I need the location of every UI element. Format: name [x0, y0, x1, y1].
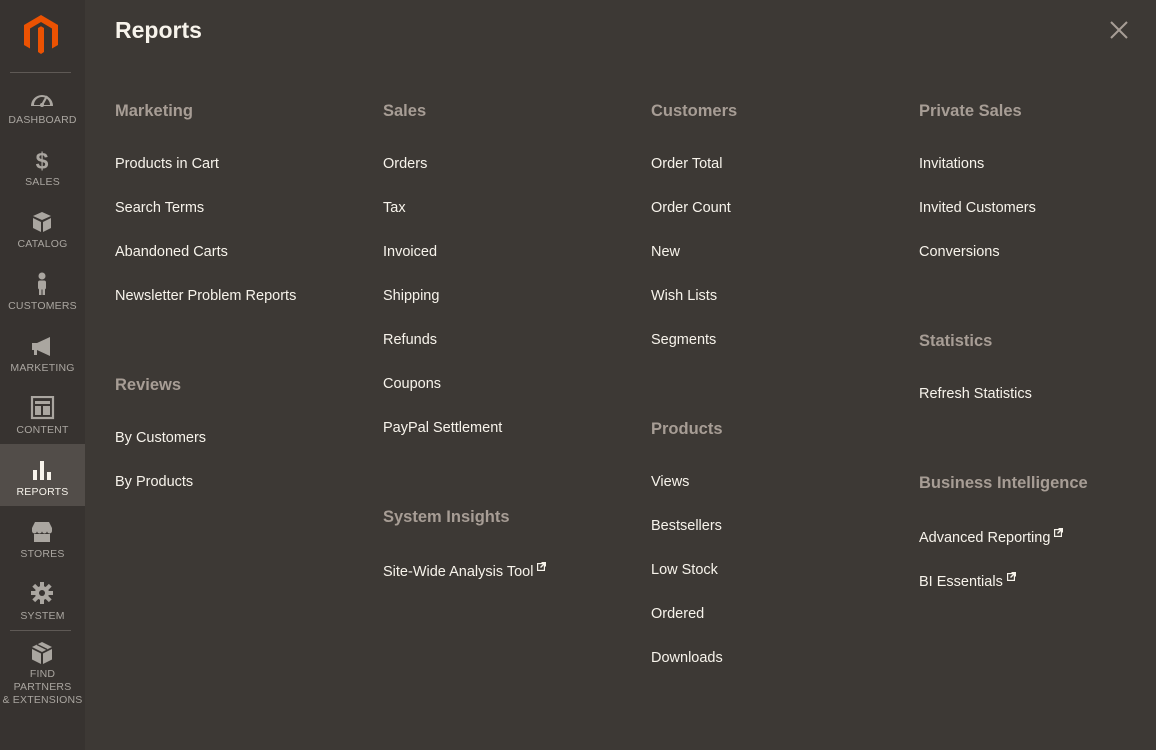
menu-link-bestsellers[interactable]: Bestsellers	[651, 518, 722, 534]
menu-link-site-wide-analysis-tool[interactable]: Site-Wide Analysis Tool	[383, 562, 547, 580]
sidebar-item-sales[interactable]: $ SALES	[0, 134, 85, 196]
menu-link-new[interactable]: New	[651, 244, 680, 260]
menu-link-shipping[interactable]: Shipping	[383, 288, 439, 304]
sidebar-item-reports[interactable]: REPORTS	[0, 444, 85, 506]
sidebar-item-stores[interactable]: STORES	[0, 506, 85, 568]
menu-link-label: Site-Wide Analysis Tool	[383, 564, 534, 580]
storefront-icon	[29, 520, 55, 544]
menu-link-refresh-statistics[interactable]: Refresh Statistics	[919, 386, 1032, 402]
menu-link-search-terms[interactable]: Search Terms	[115, 200, 204, 216]
menu-link-products-in-cart[interactable]: Products in Cart	[115, 156, 219, 172]
box-icon	[29, 210, 55, 234]
gear-icon	[29, 582, 55, 606]
sidebar-label-dashboard: DASHBOARD	[8, 114, 77, 126]
menu-link-order-count[interactable]: Order Count	[651, 200, 731, 216]
group-title-sales: Sales	[383, 102, 427, 120]
group-title-private-sales: Private Sales	[919, 102, 1022, 120]
group-title-business-intelligence: Business Intelligence	[919, 474, 1088, 492]
menu-link-abandoned-carts[interactable]: Abandoned Carts	[115, 244, 228, 260]
menu-link-ordered[interactable]: Ordered	[651, 606, 704, 622]
menu-link-coupons[interactable]: Coupons	[383, 376, 441, 392]
group-title-marketing: Marketing	[115, 102, 193, 120]
sidebar-label-customers: CUSTOMERS	[8, 300, 77, 312]
bar-chart-icon	[29, 458, 55, 482]
menu-link-by-products[interactable]: By Products	[115, 474, 193, 490]
menu-link-invited-customers[interactable]: Invited Customers	[919, 200, 1036, 216]
menu-link-advanced-reporting[interactable]: Advanced Reporting	[919, 528, 1064, 546]
menu-link-orders[interactable]: Orders	[383, 156, 427, 172]
panel-title: Reports	[115, 17, 202, 43]
svg-text:$: $	[36, 148, 49, 172]
menu-link-views[interactable]: Views	[651, 474, 689, 490]
menu-link-order-total[interactable]: Order Total	[651, 156, 722, 172]
external-link-icon	[537, 562, 547, 571]
menu-link-label: BI Essentials	[919, 574, 1003, 590]
external-link-icon	[1054, 528, 1064, 537]
partners-label-line1: FIND PARTNERS	[13, 668, 72, 693]
menu-link-by-customers[interactable]: By Customers	[115, 430, 206, 446]
admin-sidebar: DASHBOARD $ SALES CATALOG CUSTOMERS MARK…	[0, 0, 85, 750]
sidebar-divider	[10, 630, 71, 631]
external-link-icon	[1006, 572, 1016, 581]
sidebar-label-reports: REPORTS	[16, 486, 69, 498]
dashboard-icon	[29, 86, 55, 110]
sidebar-label-catalog: CATALOG	[17, 238, 68, 250]
menu-link-bi-essentials[interactable]: BI Essentials	[919, 572, 1016, 590]
person-icon	[29, 272, 55, 296]
menu-link-tax[interactable]: Tax	[383, 200, 406, 216]
sidebar-item-content[interactable]: CONTENT	[0, 382, 85, 444]
sidebar-item-customers[interactable]: CUSTOMERS	[0, 258, 85, 320]
magento-logo-icon[interactable]	[22, 14, 60, 56]
menu-link-low-stock[interactable]: Low Stock	[651, 562, 718, 578]
close-icon[interactable]	[1109, 20, 1129, 40]
menu-link-label: Advanced Reporting	[919, 530, 1051, 546]
sidebar-item-system[interactable]: SYSTEM	[0, 568, 85, 630]
group-title-statistics: Statistics	[919, 332, 993, 350]
menu-link-invitations[interactable]: Invitations	[919, 156, 984, 172]
sidebar-item-find-partners[interactable]: FIND PARTNERS & EXTENSIONS	[0, 632, 85, 706]
sidebar-label-find-partners: FIND PARTNERS & EXTENSIONS	[0, 668, 85, 707]
sidebar-label-system: SYSTEM	[20, 610, 65, 622]
menu-link-segments[interactable]: Segments	[651, 332, 716, 348]
group-title-products: Products	[651, 420, 723, 438]
cube-icon	[29, 641, 55, 665]
menu-link-paypal-settlement[interactable]: PayPal Settlement	[383, 420, 502, 436]
group-title-customers: Customers	[651, 102, 738, 120]
group-title-reviews: Reviews	[115, 376, 182, 394]
menu-link-conversions[interactable]: Conversions	[919, 244, 1000, 260]
sidebar-item-marketing[interactable]: MARKETING	[0, 320, 85, 382]
reports-menu-panel: Reports Marketing Products in Cart Searc…	[85, 0, 1156, 750]
partners-label-line2: & EXTENSIONS	[2, 694, 83, 706]
sidebar-label-marketing: MARKETING	[10, 362, 75, 374]
menu-link-newsletter-problem-reports[interactable]: Newsletter Problem Reports	[115, 288, 296, 304]
sidebar-label-sales: SALES	[25, 176, 60, 188]
sidebar-item-dashboard[interactable]: DASHBOARD	[0, 72, 85, 134]
sidebar-item-catalog[interactable]: CATALOG	[0, 196, 85, 258]
layout-icon	[29, 396, 55, 420]
menu-link-wish-lists[interactable]: Wish Lists	[651, 288, 717, 304]
menu-link-downloads[interactable]: Downloads	[651, 650, 723, 666]
megaphone-icon	[29, 334, 55, 358]
sidebar-label-stores: STORES	[20, 548, 65, 560]
menu-link-refunds[interactable]: Refunds	[383, 332, 437, 348]
sidebar-label-content: CONTENT	[16, 424, 69, 436]
group-title-system-insights: System Insights	[383, 508, 510, 526]
dollar-icon: $	[29, 148, 55, 172]
menu-link-invoiced[interactable]: Invoiced	[383, 244, 437, 260]
